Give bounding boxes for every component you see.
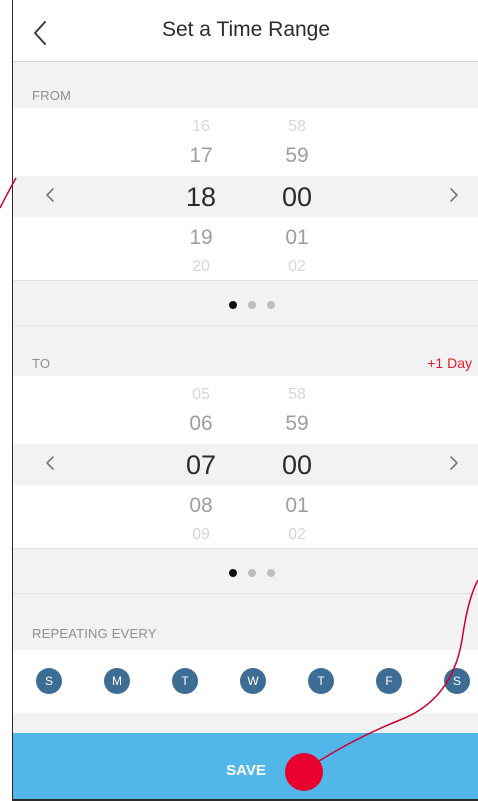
- page-title: Set a Time Range: [161, 18, 331, 41]
- from-hour-option[interactable]: 17: [171, 144, 231, 168]
- chevron-left-icon: [46, 188, 54, 202]
- from-hour-option[interactable]: 20: [171, 258, 231, 276]
- chevron-right-icon: [450, 188, 458, 202]
- chevron-right-icon: [450, 456, 458, 470]
- to-minute-selected[interactable]: 00: [267, 450, 327, 481]
- from-page-indicator: [13, 280, 478, 326]
- to-minute-option[interactable]: 58: [267, 386, 327, 404]
- weekday-selector: S M T W T F S: [13, 650, 478, 713]
- to-page-indicator: [13, 548, 478, 594]
- to-next-button[interactable]: [443, 451, 463, 475]
- from-minute-option[interactable]: 02: [267, 258, 327, 276]
- from-time-picker[interactable]: 16 17 18 19 20 58 59 00 01 02: [13, 108, 478, 280]
- from-minute-option[interactable]: 01: [267, 226, 327, 250]
- to-hour-option[interactable]: 05: [171, 386, 231, 404]
- from-hour-option[interactable]: 16: [171, 118, 231, 136]
- from-hour-selected[interactable]: 18: [171, 182, 231, 213]
- repeat-label: REPEATING EVERY: [32, 626, 157, 641]
- from-minute-option[interactable]: 58: [267, 118, 327, 136]
- selection-band: [13, 176, 478, 217]
- save-button[interactable]: SAVE: [13, 733, 478, 801]
- from-prev-button[interactable]: [41, 183, 61, 207]
- day-toggle-wednesday[interactable]: W: [240, 668, 266, 694]
- to-label: TO: [32, 356, 51, 371]
- day-toggle-monday[interactable]: M: [104, 668, 130, 694]
- from-next-button[interactable]: [443, 183, 463, 207]
- page-dot[interactable]: [267, 569, 275, 577]
- from-minute-option[interactable]: 59: [267, 144, 327, 168]
- page-dot[interactable]: [248, 569, 256, 577]
- to-hour-option[interactable]: 09: [171, 526, 231, 544]
- day-toggle-saturday[interactable]: S: [444, 668, 470, 694]
- selection-band: [13, 444, 478, 485]
- from-label: FROM: [32, 88, 72, 103]
- day-toggle-friday[interactable]: F: [376, 668, 402, 694]
- day-toggle-thursday[interactable]: T: [308, 668, 334, 694]
- to-prev-button[interactable]: [41, 451, 61, 475]
- to-hour-option[interactable]: 06: [171, 412, 231, 436]
- to-hour-selected[interactable]: 07: [171, 450, 231, 481]
- chevron-left-icon: [46, 456, 54, 470]
- from-hour-option[interactable]: 19: [171, 226, 231, 250]
- to-hour-option[interactable]: 08: [171, 494, 231, 518]
- page-dot[interactable]: [267, 301, 275, 309]
- header-bar: Set a Time Range: [13, 0, 478, 62]
- day-toggle-sunday[interactable]: S: [36, 668, 62, 694]
- to-minute-option[interactable]: 59: [267, 412, 327, 436]
- from-minute-selected[interactable]: 00: [267, 182, 327, 213]
- plus-day-indicator: +1 Day: [427, 355, 472, 371]
- to-minute-option[interactable]: 01: [267, 494, 327, 518]
- page-dot[interactable]: [248, 301, 256, 309]
- to-minute-option[interactable]: 02: [267, 526, 327, 544]
- day-toggle-tuesday[interactable]: T: [172, 668, 198, 694]
- app-screen: Set a Time Range FROM 16 17 18 19 20 58 …: [12, 0, 478, 801]
- page-dot[interactable]: [229, 569, 237, 577]
- page-dot[interactable]: [229, 301, 237, 309]
- to-time-picker[interactable]: 05 06 07 08 09 58 59 00 01 02: [13, 376, 478, 548]
